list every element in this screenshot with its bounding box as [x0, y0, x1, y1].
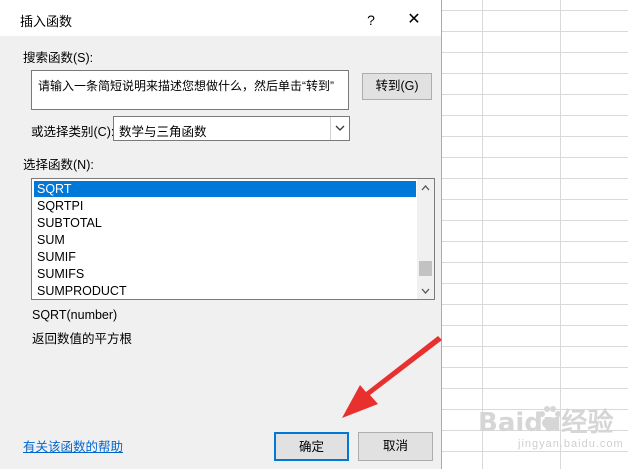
watermark-url: jingyan.baidu.com	[518, 438, 624, 450]
help-icon[interactable]: ?	[361, 10, 381, 30]
close-icon[interactable]: ✕	[402, 8, 426, 32]
list-item[interactable]: SUBTOTAL	[34, 215, 416, 231]
list-item[interactable]: SUMIF	[34, 249, 416, 265]
scrollbar-thumb[interactable]	[419, 261, 432, 276]
search-input[interactable]: 请输入一条简短说明来描述您想做什么，然后单击“转到”	[31, 70, 349, 110]
search-input-text: 请输入一条简短说明来描述您想做什么，然后单击“转到”	[38, 79, 334, 93]
list-item[interactable]: SUM	[34, 232, 416, 248]
search-label: 搜索函数(S):	[23, 51, 94, 65]
watermark-logo-text: Baidu经验	[478, 408, 614, 438]
go-button[interactable]: 转到(G)	[362, 73, 432, 100]
scroll-down-icon[interactable]	[417, 282, 434, 299]
scroll-up-icon[interactable]	[417, 179, 434, 196]
ok-button[interactable]: 确定	[274, 432, 349, 461]
list-item[interactable]: SUMIFS	[34, 266, 416, 282]
category-value: 数学与三角函数	[119, 125, 207, 139]
title-bar: 插入函数 ? ✕	[0, 0, 441, 36]
list-item[interactable]: SQRT	[34, 181, 416, 197]
watermark: Baidu经验 jingyan.baidu.com	[478, 402, 626, 462]
category-label: 或选择类别(C):	[31, 125, 115, 139]
cancel-button[interactable]: 取消	[358, 432, 433, 461]
list-item[interactable]: SUMPRODUCT	[34, 283, 416, 299]
select-function-label: 选择函数(N):	[23, 158, 94, 172]
function-list[interactable]: SQRT SQRTPI SUBTOTAL SUM SUMIF SUMIFS SU…	[31, 178, 435, 300]
list-scrollbar[interactable]	[417, 179, 434, 299]
chevron-down-icon[interactable]	[330, 117, 349, 140]
category-select[interactable]: 数学与三角函数	[113, 116, 350, 141]
list-item[interactable]: SQRTPI	[34, 198, 416, 214]
function-signature: SQRT(number)	[32, 308, 118, 322]
function-help-link[interactable]: 有关该函数的帮助	[23, 436, 123, 455]
dialog-title: 插入函数	[20, 14, 73, 29]
function-description: 返回数值的平方根	[32, 332, 133, 346]
red-arrow-annotation	[342, 336, 442, 418]
